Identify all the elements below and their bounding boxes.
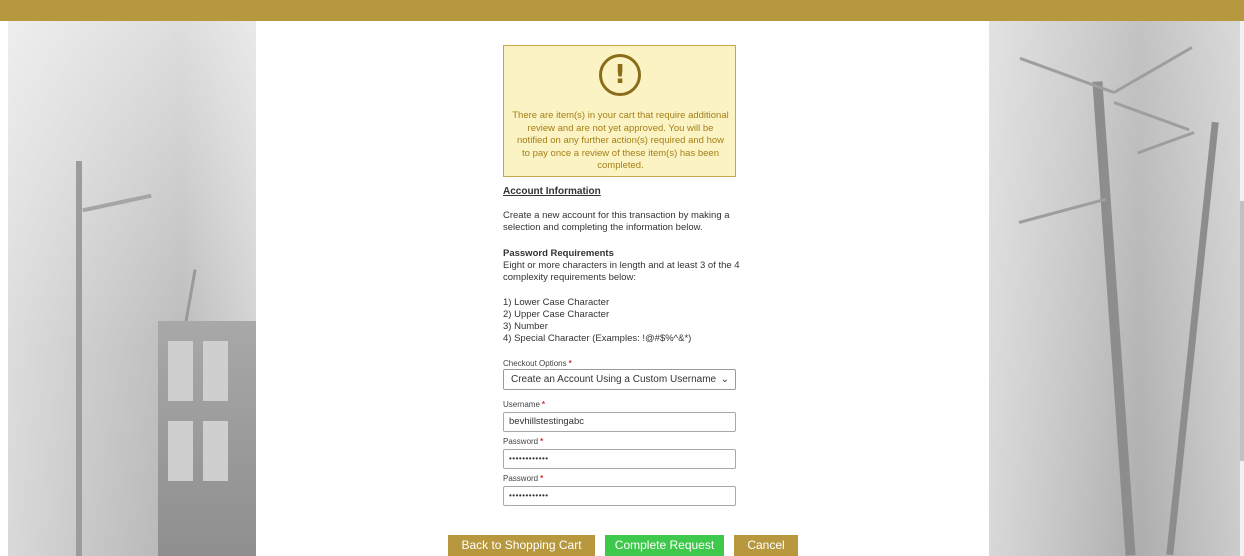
checkout-options-select[interactable]: Create an Account Using a Custom Usernam… bbox=[503, 369, 736, 390]
username-label-text: Username bbox=[503, 400, 540, 409]
palm-frond bbox=[1137, 131, 1195, 155]
account-information-title: Account Information bbox=[503, 186, 601, 197]
username-input[interactable]: bevhillstestingabc bbox=[503, 412, 736, 432]
password-requirements-title: Password Requirements bbox=[503, 248, 614, 259]
username-label: Username * bbox=[503, 400, 545, 409]
list-item: 3) Number bbox=[503, 321, 548, 332]
exclamation-circle-icon: ! bbox=[599, 54, 641, 96]
password-label-text: Password bbox=[503, 437, 539, 446]
password-confirm-label-text: Password bbox=[503, 474, 539, 483]
building-window bbox=[203, 421, 228, 481]
building-window bbox=[203, 341, 228, 401]
palm-frond bbox=[1019, 56, 1115, 94]
complete-request-button[interactable]: Complete Request bbox=[605, 535, 724, 556]
checkout-options-label: Checkout Options * bbox=[503, 359, 572, 368]
palm-trunk bbox=[1166, 121, 1219, 556]
account-information-description: Create a new account for this transactio… bbox=[503, 210, 730, 233]
list-item: 2) Upper Case Character bbox=[503, 309, 610, 320]
page-scrollbar[interactable] bbox=[1240, 21, 1244, 556]
password-requirements-list: 1) Lower Case Character 2) Upper Case Ch… bbox=[503, 297, 691, 345]
building bbox=[158, 321, 256, 556]
checkout-options-value: Create an Account Using a Custom Usernam… bbox=[511, 374, 717, 385]
palm-frond bbox=[1113, 46, 1193, 94]
back-to-shopping-cart-button[interactable]: Back to Shopping Cart bbox=[448, 535, 595, 556]
review-alert-message: There are item(s) in your cart that requ… bbox=[512, 110, 729, 171]
palm-frond bbox=[1018, 197, 1107, 224]
street-lamp-pole bbox=[76, 161, 82, 556]
required-indicator: * bbox=[540, 437, 544, 446]
required-indicator: * bbox=[540, 474, 544, 483]
password-confirm-label: Password * bbox=[503, 474, 543, 483]
list-item: 1) Lower Case Character bbox=[503, 297, 610, 308]
cancel-button[interactable]: Cancel bbox=[734, 535, 798, 556]
palm-frond bbox=[1113, 101, 1190, 132]
checkout-options-label-text: Checkout Options bbox=[503, 359, 567, 368]
required-indicator: * bbox=[541, 400, 546, 409]
scrollbar-thumb[interactable] bbox=[1240, 201, 1244, 461]
account-information-section: Account Information Create a new account… bbox=[503, 186, 743, 344]
password-input[interactable]: •••••••••••• bbox=[503, 449, 736, 469]
review-alert-box: ! There are item(s) in your cart that re… bbox=[503, 45, 736, 177]
building-window bbox=[168, 421, 193, 481]
top-brand-bar bbox=[0, 0, 1244, 21]
street-lamp-arm bbox=[82, 193, 152, 213]
password-confirm-input[interactable]: •••••••••••• bbox=[503, 486, 736, 506]
building-window bbox=[168, 341, 193, 401]
background-image-left bbox=[8, 21, 256, 556]
required-indicator: * bbox=[568, 359, 572, 368]
chevron-down-icon: ⌄ bbox=[720, 374, 729, 385]
palm-trunk bbox=[1092, 81, 1136, 556]
background-image-right bbox=[989, 21, 1240, 556]
list-item: 4) Special Character (Examples: !@#$%^&*… bbox=[503, 333, 692, 344]
password-requirements-description: Eight or more characters in length and a… bbox=[503, 260, 740, 283]
password-label: Password * bbox=[503, 437, 543, 446]
